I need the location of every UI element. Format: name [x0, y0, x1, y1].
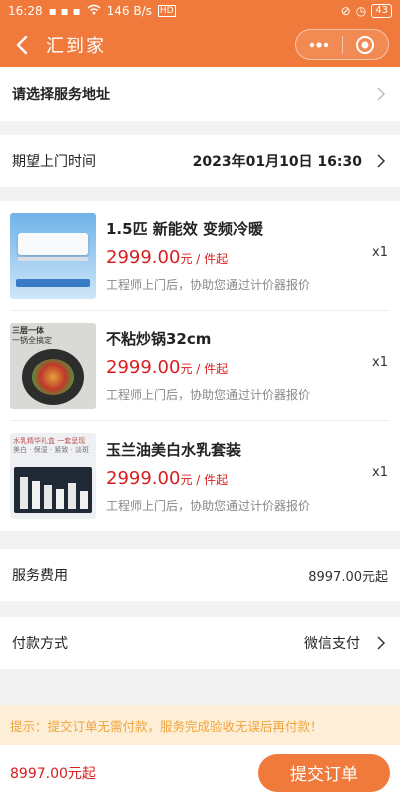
battery-icon: 43 [371, 4, 392, 18]
section-gap [0, 531, 400, 549]
product-price: 2999.00元 / 件起 [106, 247, 229, 268]
mute-icon: ⊘ [340, 4, 351, 18]
product-note: 工程师上门后，协助您通过计价器报价 [106, 498, 311, 513]
product-name: 1.5匹 新能效 变频冷暖 [106, 220, 264, 238]
back-icon[interactable] [10, 33, 34, 57]
service-fee-value: 8997.00元起 [308, 569, 388, 585]
product-qty: x1 [372, 465, 388, 480]
page-title: 汇到家 [46, 35, 106, 57]
chevron-right-icon [377, 87, 386, 101]
product-qty: x1 [372, 355, 388, 370]
status-time: 16:28 [8, 4, 43, 18]
nav-bar: 汇到家 [0, 22, 400, 67]
more-icon[interactable] [296, 30, 342, 59]
status-bar: 16:28 ▪ ▪ ▪ 146 B/s HD ⊘ ◷ 43 [0, 0, 400, 22]
service-fee-label: 服务费用 [12, 568, 68, 584]
section-gap [0, 121, 400, 135]
miniprogram-capsule [295, 29, 389, 60]
network-speed: 146 B/s [106, 4, 152, 18]
wifi-icon [87, 4, 101, 18]
product-note: 工程师上门后，协助您通过计价器报价 [106, 388, 311, 402]
visit-time-selector[interactable]: 期望上门时间 2023年01月10日 16:30 [0, 135, 400, 187]
product-image-air-conditioner [10, 212, 96, 299]
payment-value: 微信支付 [304, 636, 360, 652]
product-list: 1.5匹 新能效 变频冷暖 2999.00元 / 件起 工程师上门后，协助您通过… [0, 201, 400, 531]
alarm-icon: ◷ [355, 4, 367, 18]
thumb-caption: 美白 · 保湿 · 紧致 · 淡斑 [13, 446, 90, 454]
thumb-caption: 水乳精华礼盒 一套呈现 [13, 437, 86, 445]
order-total: 8997.00元起 [10, 765, 96, 782]
visit-time-value: 2023年01月10日 16:30 [192, 154, 362, 170]
list-item[interactable]: 三层一体 一锅全搞定 不粘炒锅32cm 2999.00元 / 件起 工程师上门后… [10, 311, 390, 421]
service-fee-row: 服务费用 8997.00元起 [0, 549, 400, 601]
address-selector[interactable]: 请选择服务地址 [0, 67, 400, 121]
submit-order-button[interactable]: 提交订单 [258, 753, 390, 792]
product-price: 2999.00元 / 件起 [106, 357, 229, 378]
product-note: 工程师上门后，协助您通过计价器报价 [106, 278, 311, 292]
payment-method-selector[interactable]: 付款方式 微信支付 [0, 617, 400, 669]
product-price: 2999.00元 / 件起 [106, 467, 229, 489]
list-item[interactable]: 水乳精华礼盒 一套呈现 美白 · 保湿 · 紧致 · 淡斑 玉兰油美白水乳套装 … [10, 421, 390, 531]
visit-time-label: 期望上门时间 [12, 154, 96, 170]
chevron-right-icon [377, 154, 386, 168]
notification-icons: ▪ ▪ ▪ [48, 4, 81, 18]
section-gap [0, 601, 400, 617]
list-item[interactable]: 1.5匹 新能效 变频冷暖 2999.00元 / 件起 工程师上门后，协助您通过… [10, 201, 390, 311]
payment-label: 付款方式 [12, 636, 68, 652]
section-gap [0, 187, 400, 201]
thumb-caption: 三层一体 [12, 325, 44, 335]
product-name: 不粘炒锅32cm [106, 330, 212, 348]
tip-banner: 提示：提交订单无需付款，服务完成验收无误后再付款！ [0, 705, 400, 745]
product-name: 玉兰油美白水乳套装 [106, 440, 242, 459]
target-icon[interactable] [343, 30, 389, 59]
product-qty: x1 [372, 245, 388, 260]
bottom-bar: 8997.00元起 提交订单 [0, 745, 400, 800]
thumb-caption: 一锅全搞定 [12, 335, 52, 345]
product-image-skincare-set: 水乳精华礼盒 一套呈现 美白 · 保湿 · 紧致 · 淡斑 [10, 433, 96, 519]
chevron-right-icon [377, 636, 386, 650]
product-image-wok: 三层一体 一锅全搞定 [10, 322, 96, 409]
hd-label: HD [157, 5, 176, 17]
address-label: 请选择服务地址 [12, 87, 110, 103]
